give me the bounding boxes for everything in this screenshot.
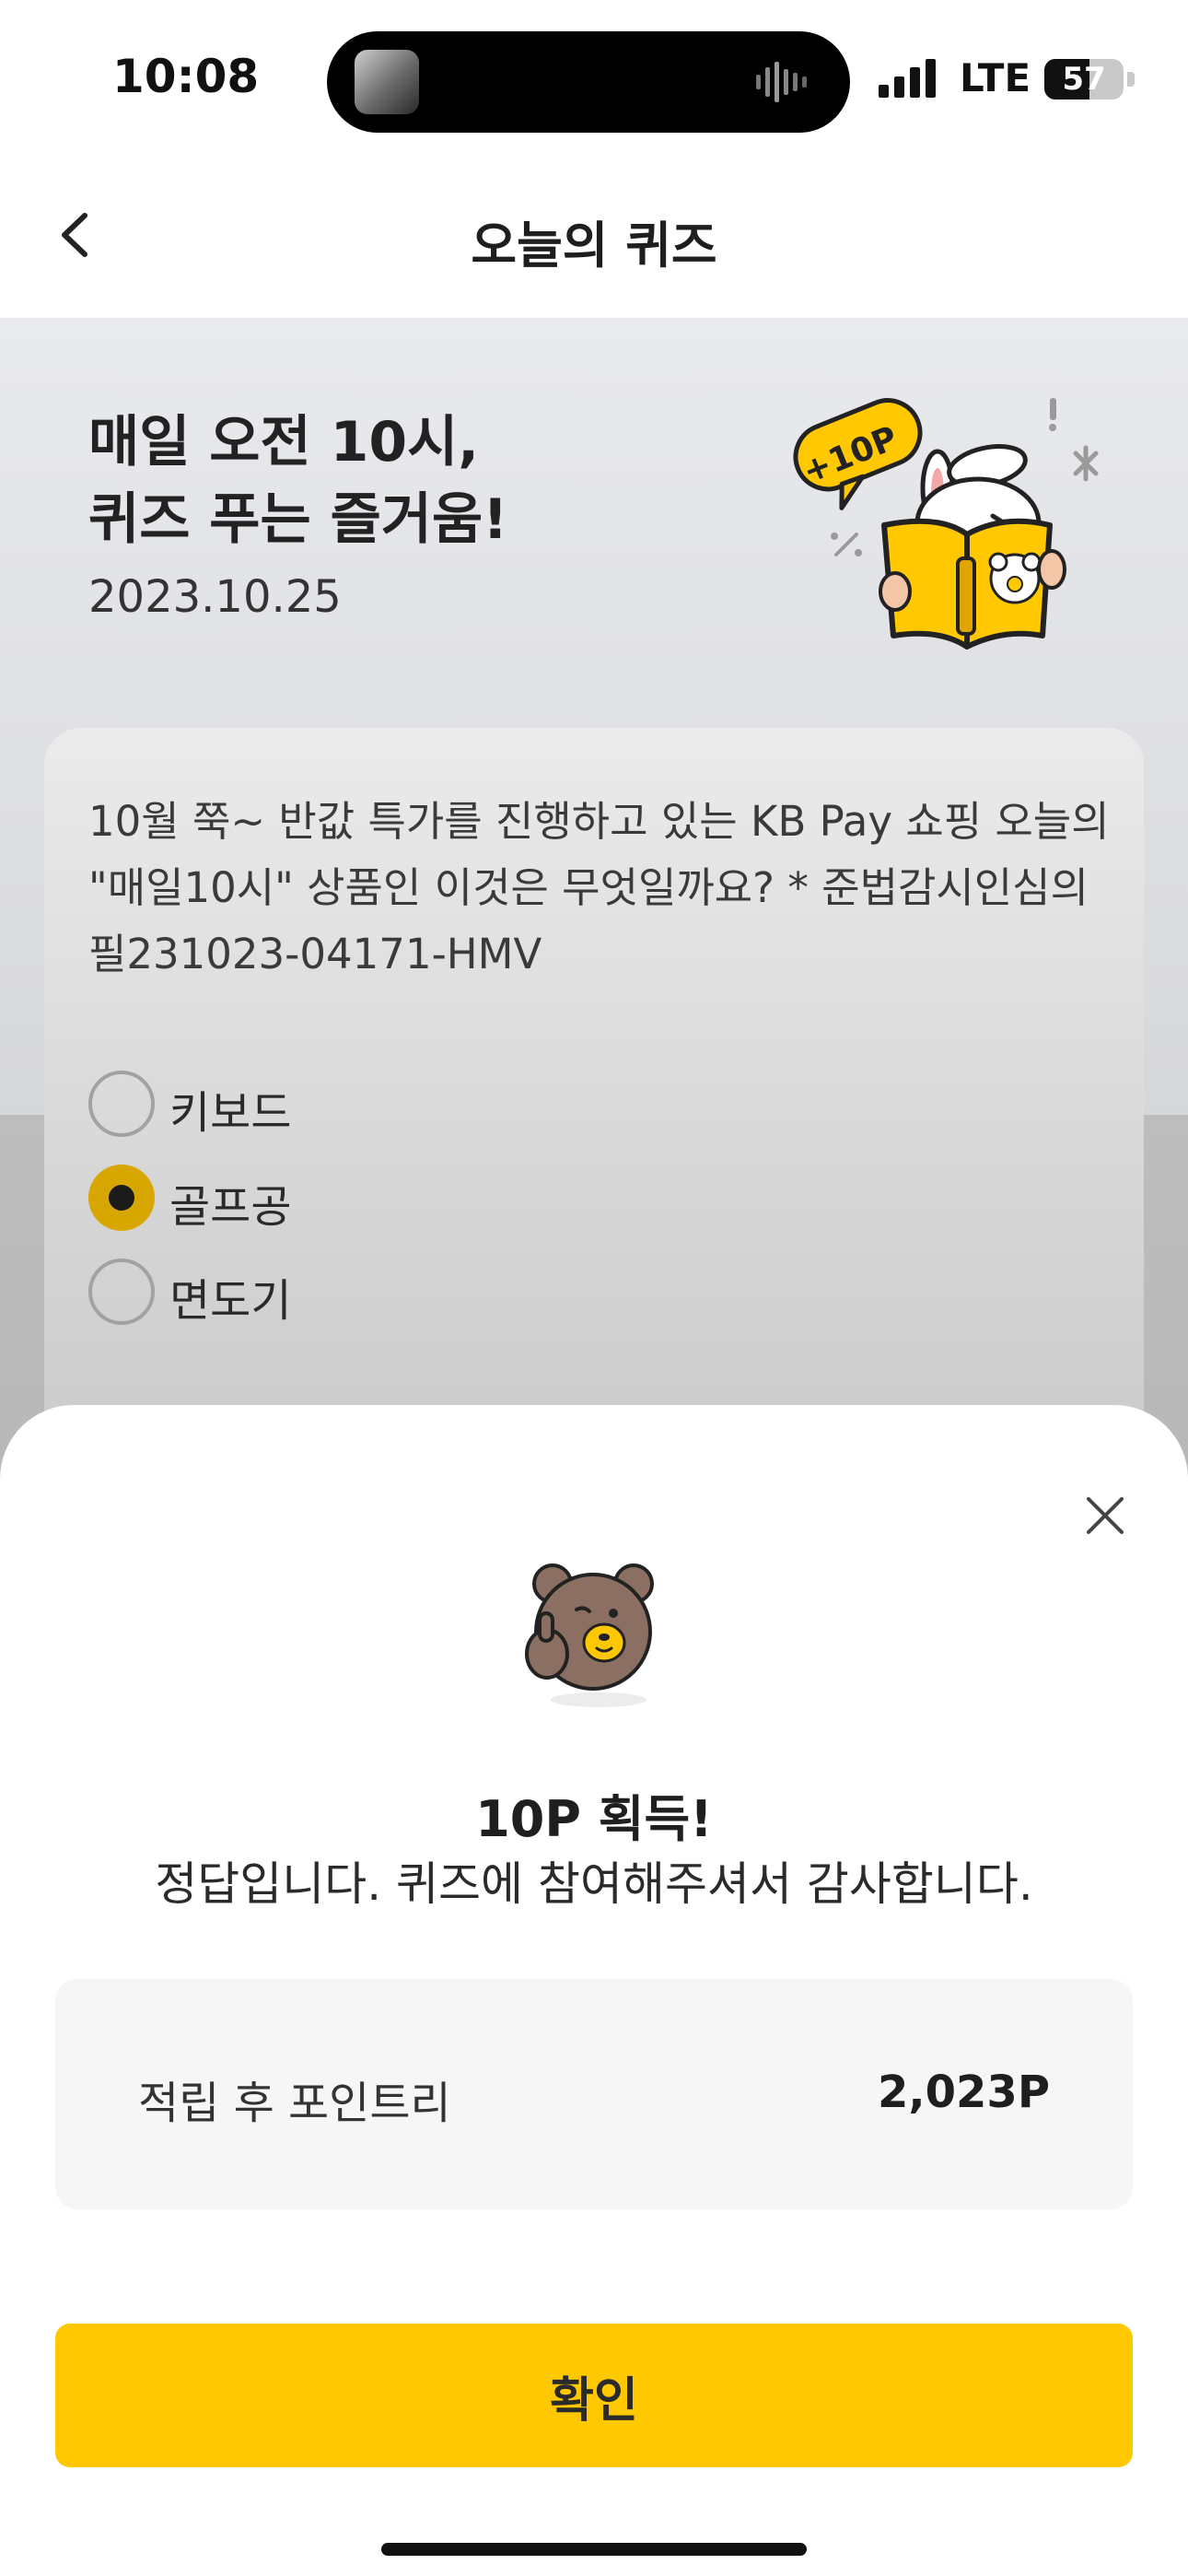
quiz-option-keyboard[interactable]: 키보드 [88, 1071, 641, 1139]
page-title: 오늘의 퀴즈 [471, 217, 717, 275]
radio-button[interactable] [88, 1259, 155, 1325]
network-type: LTE [960, 55, 1031, 100]
battery-percent: 57 [1062, 61, 1106, 98]
radio-button-selected[interactable] [88, 1165, 155, 1231]
cellular-signal-icon [879, 59, 936, 98]
status-bar: 10:08 LTE 57 [0, 0, 1188, 157]
quiz-question: 10월 쭉~ 반값 특가를 진행하고 있는 KB Pay 쇼핑 오늘의 "매일1… [88, 797, 1110, 978]
confirm-button[interactable]: 확인 [55, 2324, 1133, 2467]
battery-tip [1127, 72, 1135, 87]
option-label: 키보드 [169, 1087, 292, 1139]
dynamic-island[interactable] [327, 31, 850, 133]
battery-icon: 57 [1044, 59, 1124, 100]
close-icon[interactable] [1077, 1488, 1133, 1543]
result-message: 정답입니다. 퀴즈에 참여해주셔서 감사합니다. [155, 1857, 1033, 1911]
result-title: 10P 획득! [475, 1790, 713, 1848]
hero-title: 매일 오전 10시, 퀴즈 푸는 즐거움! [88, 410, 508, 552]
points-label: 적립 후 포인트리 [138, 2078, 451, 2129]
quiz-option-razor[interactable]: 면도기 [88, 1259, 641, 1327]
now-playing-thumbnail [355, 50, 419, 114]
status-time: 10:08 [112, 50, 260, 103]
option-label: 골프공 [169, 1181, 292, 1233]
home-indicator[interactable] [381, 2543, 807, 2556]
result-bottom-sheet: 10P 획득! 정답입니다. 퀴즈에 참여해주셔서 감사합니다. 적립 후 포인… [0, 1405, 1188, 2576]
points-value: 2,023P [877, 2067, 1050, 2118]
nav-bar: 오늘의 퀴즈 [0, 157, 1188, 318]
bear-thumbs-up-icon [525, 1563, 654, 1707]
radio-button[interactable] [88, 1071, 155, 1137]
audio-waveform-icon [756, 62, 807, 102]
quiz-date: 2023.10.25 [88, 571, 342, 623]
option-label: 면도기 [169, 1275, 292, 1327]
rabbit-reading-book-illustration: +10P [793, 398, 1099, 650]
quiz-option-golf-ball[interactable]: 골프공 [88, 1165, 641, 1233]
points-summary: 적립 후 포인트리 2,023P [55, 1979, 1133, 2209]
